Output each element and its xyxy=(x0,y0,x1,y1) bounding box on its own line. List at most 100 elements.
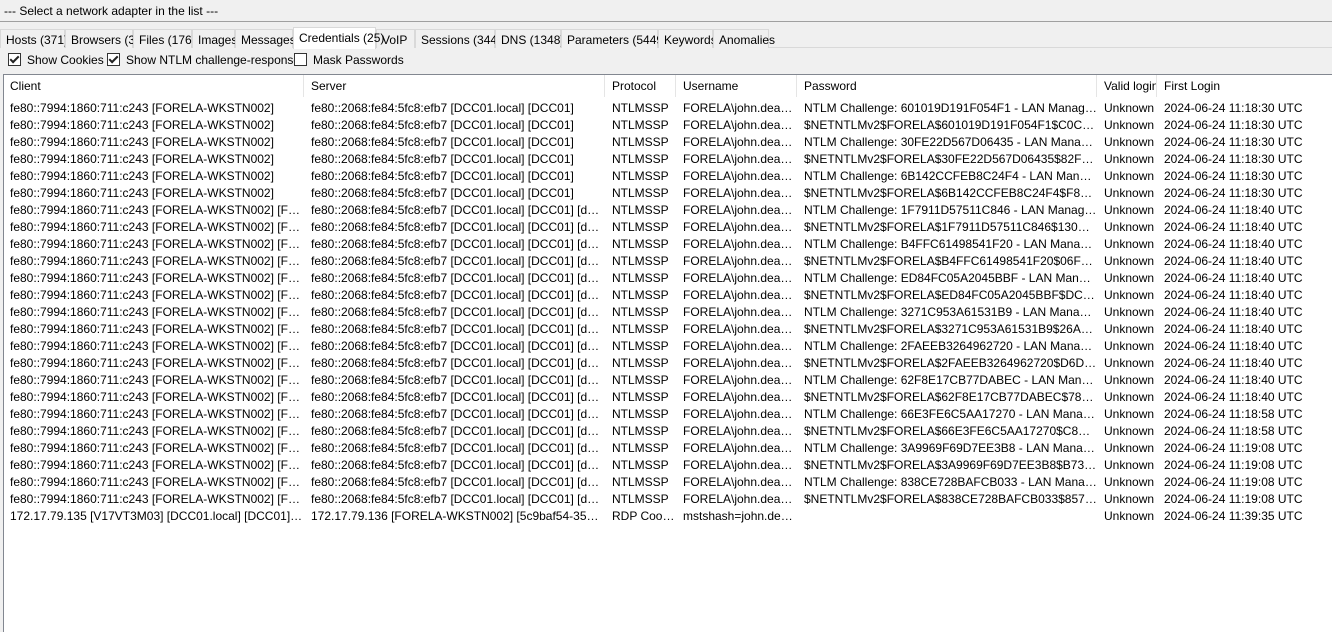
cell-valid-login: Unknown xyxy=(1104,373,1155,387)
cell-password: $NETNTLMv2$FORELA$601019D191F054F1$C0CC8… xyxy=(804,118,1097,132)
cell-first-login: 2024-06-24 11:18:40 UTC xyxy=(1164,322,1303,336)
cell-server: fe80::2068:fe84:5fc8:efb7 [DCC01.local] … xyxy=(311,271,605,285)
cell-server: fe80::2068:fe84:5fc8:efb7 [DCC01.local] … xyxy=(311,254,605,268)
table-row[interactable]: fe80::7994:1860:711:c243 [FORELA-WKSTN00… xyxy=(4,456,1332,473)
column-header-password[interactable]: Password xyxy=(798,75,1097,97)
cell-valid-login: Unknown xyxy=(1104,390,1155,404)
cell-password: $NETNTLMv2$FORELA$1F7911D57511C846$130D3… xyxy=(804,220,1097,234)
network-adapter-select[interactable]: --- Select a network adapter in the list… xyxy=(0,0,1332,22)
tab-credentials[interactable]: Credentials (25) xyxy=(293,27,384,49)
cell-client: fe80::7994:1860:711:c243 [FORELA-WKSTN00… xyxy=(10,288,304,302)
checkbox-box[interactable] xyxy=(107,53,120,66)
table-row[interactable]: fe80::7994:1860:711:c243 [FORELA-WKSTN00… xyxy=(4,473,1332,490)
table-row[interactable]: fe80::7994:1860:711:c243 [FORELA-WKSTN00… xyxy=(4,167,1332,184)
cell-valid-login: Unknown xyxy=(1104,441,1155,455)
cell-username: FORELA\john.deacon xyxy=(683,288,797,302)
cell-password: NTLM Challenge: B4FFC61498541F20 - LAN M… xyxy=(804,237,1097,251)
show-ntlm-checkbox[interactable]: Show NTLM challenge-response xyxy=(107,53,300,67)
table-row[interactable]: fe80::7994:1860:711:c243 [FORELA-WKSTN00… xyxy=(4,235,1332,252)
column-header-protocol[interactable]: Protocol xyxy=(606,75,676,97)
tab-images[interactable]: Images xyxy=(192,29,237,48)
table-row[interactable]: fe80::7994:1860:711:c243 [FORELA-WKSTN00… xyxy=(4,354,1332,371)
cell-username: mstshash=john.deacon xyxy=(683,509,797,523)
cell-password: $NETNTLMv2$FORELA$62F8E17CB77DABEC$782E9… xyxy=(804,390,1097,404)
table-row[interactable]: fe80::7994:1860:711:c243 [FORELA-WKSTN00… xyxy=(4,150,1332,167)
cell-server: fe80::2068:fe84:5fc8:efb7 [DCC01.local] … xyxy=(311,407,605,421)
table-row[interactable]: fe80::7994:1860:711:c243 [FORELA-WKSTN00… xyxy=(4,303,1332,320)
network-adapter-label: --- Select a network adapter in the list… xyxy=(4,4,219,18)
cell-first-login: 2024-06-24 11:18:40 UTC xyxy=(1164,390,1303,404)
tab-messages[interactable]: Messages xyxy=(235,29,296,48)
cell-server: fe80::2068:fe84:5fc8:efb7 [DCC01.local] … xyxy=(311,220,605,234)
checkbox-box[interactable] xyxy=(8,53,21,66)
tab-files[interactable]: Files (176) xyxy=(133,29,196,48)
cell-valid-login: Unknown xyxy=(1104,322,1155,336)
cell-valid-login: Unknown xyxy=(1104,135,1155,149)
cell-first-login: 2024-06-24 11:19:08 UTC xyxy=(1164,441,1303,455)
cell-client: fe80::7994:1860:711:c243 [FORELA-WKSTN00… xyxy=(10,186,274,200)
cell-protocol: NTLMSSP xyxy=(612,271,669,285)
cell-server: fe80::2068:fe84:5fc8:efb7 [DCC01.local] … xyxy=(311,322,605,336)
cell-server: fe80::2068:fe84:5fc8:efb7 [DCC01.local] … xyxy=(311,390,605,404)
table-row[interactable]: fe80::7994:1860:711:c243 [FORELA-WKSTN00… xyxy=(4,320,1332,337)
table-row[interactable]: fe80::7994:1860:711:c243 [FORELA-WKSTN00… xyxy=(4,405,1332,422)
cell-password: NTLM Challenge: 601019D191F054F1 - LAN M… xyxy=(804,101,1097,115)
mask-passwords-checkbox[interactable]: Mask Passwords xyxy=(294,53,404,67)
table-row[interactable]: 172.17.79.135 [V17VT3M03] [DCC01.local] … xyxy=(4,507,1332,524)
cell-server: fe80::2068:fe84:5fc8:efb7 [DCC01.local] … xyxy=(311,186,574,200)
cell-password xyxy=(798,509,1097,524)
cell-first-login: 2024-06-24 11:18:40 UTC xyxy=(1164,356,1303,370)
cell-valid-login: Unknown xyxy=(1104,339,1155,353)
tab-sessions[interactable]: Sessions (344) xyxy=(415,29,501,48)
tab-keywords[interactable]: Keywords xyxy=(658,29,717,48)
show-cookies-checkbox[interactable]: Show Cookies xyxy=(8,53,104,67)
cell-password: $NETNTLMv2$FORELA$ED84FC05A2045BBF$DCE01… xyxy=(804,288,1097,302)
column-header-username[interactable]: Username xyxy=(677,75,797,97)
cell-password: $NETNTLMv2$FORELA$30FE22D567D06435$82F44… xyxy=(804,152,1097,166)
table-row[interactable]: fe80::7994:1860:711:c243 [FORELA-WKSTN00… xyxy=(4,116,1332,133)
table-row[interactable]: fe80::7994:1860:711:c243 [FORELA-WKSTN00… xyxy=(4,269,1332,286)
table-row[interactable]: fe80::7994:1860:711:c243 [FORELA-WKSTN00… xyxy=(4,133,1332,150)
cell-first-login: 2024-06-24 11:19:08 UTC xyxy=(1164,475,1303,489)
table-row[interactable]: fe80::7994:1860:711:c243 [FORELA-WKSTN00… xyxy=(4,184,1332,201)
table-row[interactable]: fe80::7994:1860:711:c243 [FORELA-WKSTN00… xyxy=(4,490,1332,507)
table-row[interactable]: fe80::7994:1860:711:c243 [FORELA-WKSTN00… xyxy=(4,218,1332,235)
cell-protocol: NTLMSSP xyxy=(612,118,669,132)
table-row[interactable]: fe80::7994:1860:711:c243 [FORELA-WKSTN00… xyxy=(4,286,1332,303)
tab-anomalies[interactable]: Anomalies xyxy=(713,29,775,48)
cell-username: FORELA\john.deacon xyxy=(683,475,797,489)
cell-username: FORELA\john.deacon xyxy=(683,220,797,234)
table-row[interactable]: fe80::7994:1860:711:c243 [FORELA-WKSTN00… xyxy=(4,371,1332,388)
table-row[interactable]: fe80::7994:1860:711:c243 [FORELA-WKSTN00… xyxy=(4,201,1332,218)
cell-client: fe80::7994:1860:711:c243 [FORELA-WKSTN00… xyxy=(10,492,304,506)
cell-protocol: NTLMSSP xyxy=(612,305,669,319)
tab-browsers[interactable]: Browsers (3) xyxy=(65,29,139,48)
cell-protocol: NTLMSSP xyxy=(612,407,669,421)
cell-client: fe80::7994:1860:711:c243 [FORELA-WKSTN00… xyxy=(10,407,304,421)
cell-password: $NETNTLMv2$FORELA$6B142CCFEB8C24F4$F8A08… xyxy=(804,186,1097,200)
column-header-valid-login[interactable]: Valid login xyxy=(1098,75,1157,97)
cell-username: FORELA\john.deacon xyxy=(683,322,797,336)
cell-valid-login: Unknown xyxy=(1104,101,1155,115)
checkbox-box[interactable] xyxy=(294,53,307,66)
tab-hosts[interactable]: Hosts (371) xyxy=(0,29,68,48)
column-header-server[interactable]: Server xyxy=(305,75,605,97)
tab-parameters[interactable]: Parameters (5449) xyxy=(561,29,667,48)
credentials-table[interactable]: Client Server Protocol Username Password Vali… xyxy=(3,74,1332,632)
tab-dns[interactable]: DNS (1348) xyxy=(495,29,564,48)
table-row[interactable]: fe80::7994:1860:711:c243 [FORELA-WKSTN00… xyxy=(4,439,1332,456)
cell-valid-login: Unknown xyxy=(1104,186,1155,200)
cell-username: FORELA\john.deacon xyxy=(683,424,797,438)
table-row[interactable]: fe80::7994:1860:711:c243 [FORELA-WKSTN00… xyxy=(4,388,1332,405)
cell-valid-login: Unknown xyxy=(1104,475,1155,489)
table-row[interactable]: fe80::7994:1860:711:c243 [FORELA-WKSTN00… xyxy=(4,337,1332,354)
column-header-first-login[interactable]: First Login xyxy=(1158,75,1332,97)
table-row[interactable]: fe80::7994:1860:711:c243 [FORELA-WKSTN00… xyxy=(4,252,1332,269)
table-row[interactable]: fe80::7994:1860:711:c243 [FORELA-WKSTN00… xyxy=(4,99,1332,116)
cell-server: fe80::2068:fe84:5fc8:efb7 [DCC01.local] … xyxy=(311,475,605,489)
table-row[interactable]: fe80::7994:1860:711:c243 [FORELA-WKSTN00… xyxy=(4,422,1332,439)
cell-password: NTLM Challenge: 66E3FE6C5AA17270 - LAN M… xyxy=(804,407,1097,421)
column-header-client[interactable]: Client xyxy=(4,75,304,97)
table-header: Client Server Protocol Username Password Vali… xyxy=(4,75,1332,97)
cell-server: fe80::2068:fe84:5fc8:efb7 [DCC01.local] … xyxy=(311,169,574,183)
